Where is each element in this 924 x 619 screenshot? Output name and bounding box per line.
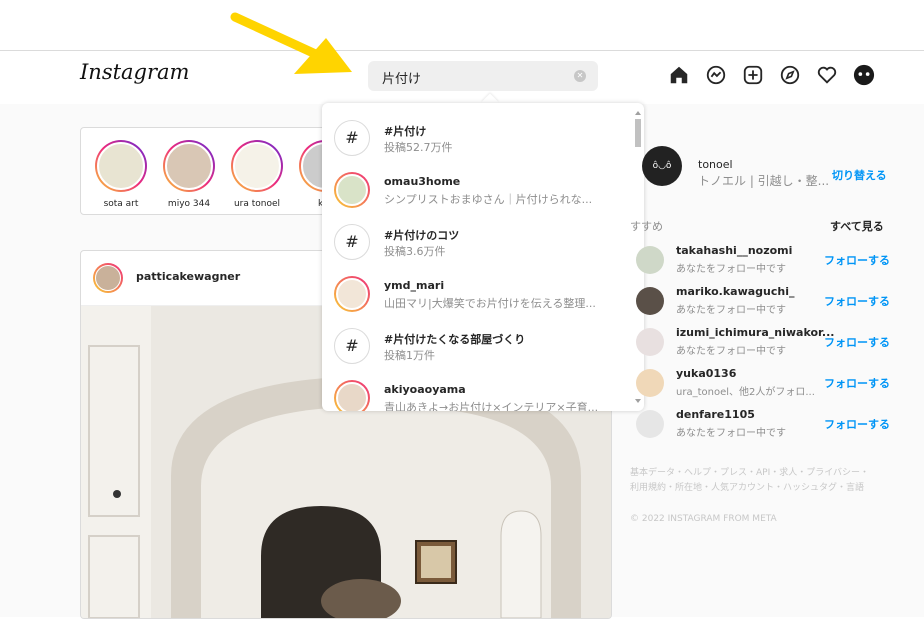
suggestion-reason: あなたをフォロー中です xyxy=(676,428,786,439)
suggestion-row: takahashi__nozomi あなたをフォロー中です フォローする xyxy=(630,240,890,280)
my-avatar[interactable]: ô◡ô xyxy=(642,146,682,186)
user-avatar xyxy=(334,380,370,411)
follow-button[interactable]: フォローする xyxy=(824,252,890,268)
follow-button[interactable]: フォローする xyxy=(824,334,890,350)
suggestion-avatar[interactable] xyxy=(636,246,664,274)
footer-links-line[interactable]: 利用規約・所在地・人気アカウント・ハッシュタグ・言語 xyxy=(630,481,880,496)
suggestion-username[interactable]: mariko.kawaguchi_ xyxy=(676,285,795,298)
switch-account-button[interactable]: 切り替える xyxy=(832,167,887,183)
suggestion-username[interactable]: izumi_ichimura_niwakor... xyxy=(676,326,834,339)
suggestion-username[interactable]: takahashi__nozomi xyxy=(676,244,792,257)
search-result-item[interactable]: omau3home シンプリストおまゆさん｜片付けられな... xyxy=(322,164,630,216)
suggestion-reason: あなたをフォロー中です xyxy=(676,264,786,275)
messenger-icon[interactable] xyxy=(705,64,727,86)
result-subtitle: 山田マリ|大爆笑でお片付けを伝える整理... xyxy=(384,297,596,310)
suggestion-avatar[interactable] xyxy=(636,287,664,315)
footer-links-line[interactable]: 基本データ・ヘルプ・プレス・API・求人・プライバシー・ xyxy=(630,466,880,481)
new-post-icon[interactable] xyxy=(742,64,764,86)
user-avatar xyxy=(334,276,370,312)
instagram-logo[interactable]: Instagram xyxy=(80,60,189,84)
result-title: omau3home xyxy=(384,175,461,188)
suggestion-username[interactable]: yuka0136 xyxy=(676,367,736,380)
story-item[interactable]: miyo 344 xyxy=(157,140,221,209)
result-title: ymd_mari xyxy=(384,279,445,292)
suggestion-reason: あなたをフォロー中です xyxy=(676,305,786,316)
result-subtitle: シンプリストおまゆさん｜片付けられな... xyxy=(384,193,593,206)
result-title: #片付けのコツ xyxy=(384,229,460,242)
explore-icon[interactable] xyxy=(779,64,801,86)
user-avatar xyxy=(334,172,370,208)
story-item[interactable]: ura tonoel xyxy=(225,140,289,209)
story-username: miyo 344 xyxy=(167,199,211,209)
result-title: #片付けたくなる部屋づくり xyxy=(384,333,526,346)
right-sidebar: ô◡ô tonoel トノエル | 引越し・整... 切り替える すすめ すべて… xyxy=(630,140,890,540)
suggestion-row: yuka0136 ura_tonoel、他2人がフォロ... フォローする xyxy=(630,363,890,403)
story-username: sota art xyxy=(103,199,139,209)
home-icon[interactable] xyxy=(668,64,690,86)
suggestion-avatar[interactable] xyxy=(636,410,664,438)
nav-icons xyxy=(668,63,886,87)
clear-search-icon[interactable]: ✕ xyxy=(574,70,586,82)
search-result-item[interactable]: # #片付け 投稿52.7万件 xyxy=(322,112,630,164)
follow-button[interactable]: フォローする xyxy=(824,375,890,391)
search-box[interactable]: ✕ xyxy=(368,61,598,91)
search-result-item[interactable]: ymd_mari 山田マリ|大爆笑でお片付けを伝える整理... xyxy=(322,268,630,320)
follow-button[interactable]: フォローする xyxy=(824,293,890,309)
post-author-avatar[interactable] xyxy=(93,263,123,293)
follow-button[interactable]: フォローする xyxy=(824,416,890,432)
profile-avatar[interactable] xyxy=(853,64,875,86)
suggestion-avatar[interactable] xyxy=(636,328,664,356)
see-all-link[interactable]: すべて見る xyxy=(830,218,884,234)
hashtag-icon: # xyxy=(334,224,370,260)
suggestion-avatar[interactable] xyxy=(636,369,664,397)
suggestion-row: denfare1105 あなたをフォロー中です フォローする xyxy=(630,404,890,444)
annotation-arrow-icon xyxy=(230,12,352,74)
result-subtitle: 投稿52.7万件 xyxy=(384,141,453,154)
suggestion-reason: ura_tonoel、他2人がフォロ... xyxy=(676,387,815,398)
result-subtitle: 投稿1万件 xyxy=(384,349,435,362)
search-result-item[interactable]: # #片付けたくなる部屋づくり 投稿1万件 xyxy=(322,320,630,372)
result-title: akiyoaoyama xyxy=(384,383,466,396)
activity-heart-icon[interactable] xyxy=(816,64,838,86)
result-subtitle: 青山あきよ→お片付け×インテリア×子育... xyxy=(384,401,599,411)
result-title: #片付け xyxy=(384,125,427,138)
recommendations-label: すすめ xyxy=(630,220,663,233)
copyright: © 2022 INSTAGRAM FROM META xyxy=(630,514,777,524)
hashtag-icon: # xyxy=(334,120,370,156)
search-result-item[interactable]: # #片付けのコツ 投稿3.6万件 xyxy=(322,216,630,268)
hashtag-icon: # xyxy=(334,328,370,364)
suggestion-row: izumi_ichimura_niwakor... あなたをフォロー中です フォ… xyxy=(630,322,890,362)
search-input[interactable] xyxy=(380,66,574,88)
result-subtitle: 投稿3.6万件 xyxy=(384,245,446,258)
suggestion-username[interactable]: denfare1105 xyxy=(676,408,755,421)
my-username[interactable]: tonoel xyxy=(698,158,733,171)
suggestion-row: mariko.kawaguchi_ あなたをフォロー中です フォローする xyxy=(630,281,890,321)
suggestion-reason: あなたをフォロー中です xyxy=(676,346,786,357)
stories-tray: sota art miyo 344 ura tonoel kat xyxy=(80,127,340,215)
story-username: ura tonoel xyxy=(233,199,281,209)
post-author-username[interactable]: patticakewagner xyxy=(136,270,240,283)
search-result-item[interactable]: akiyoaoyama 青山あきよ→お片付け×インテリア×子育... xyxy=(322,372,630,411)
search-results-dropdown: # #片付け 投稿52.7万件 omau3home シンプリストおまゆさん｜片付… xyxy=(322,103,644,411)
footer-links: 基本データ・ヘルプ・プレス・API・求人・プライバシー・ 利用規約・所在地・人気… xyxy=(630,466,880,496)
my-display-name: トノエル | 引越し・整... xyxy=(698,174,830,188)
story-item[interactable]: sota art xyxy=(89,140,153,209)
